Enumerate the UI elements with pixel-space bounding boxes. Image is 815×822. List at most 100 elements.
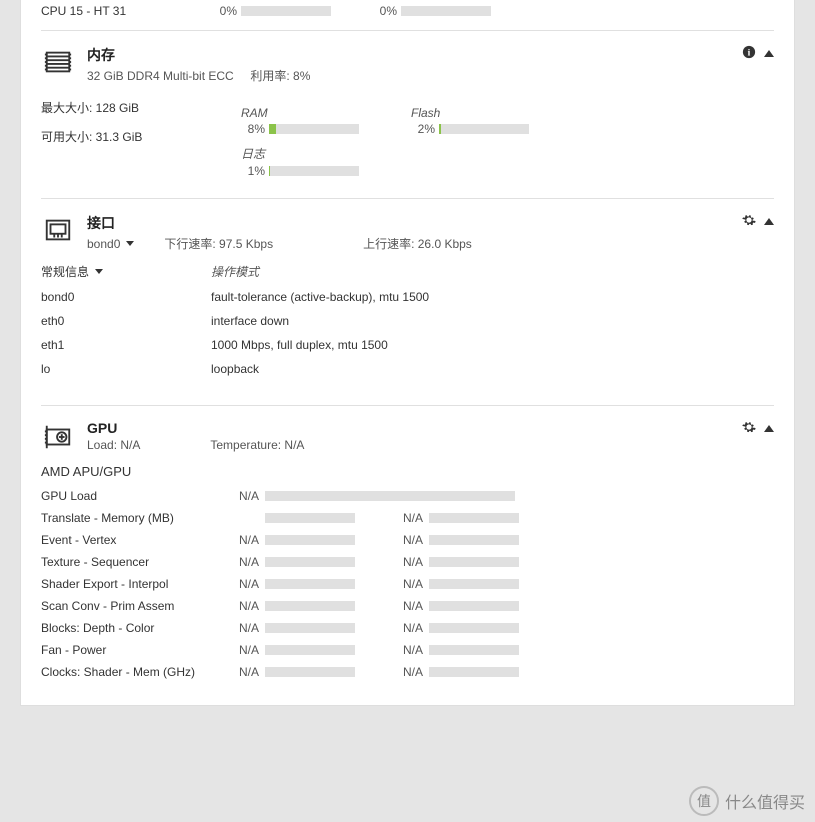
gpu-icon (41, 420, 75, 454)
iface-row: eth0interface down (41, 309, 774, 333)
gear-icon[interactable] (742, 213, 756, 230)
watermark-text: 什么值得买 (725, 789, 805, 813)
gpu-row: GPU LoadN/A (41, 485, 774, 507)
ram-pct: 8% (241, 122, 269, 136)
iface-name: eth1 (41, 338, 211, 352)
iface-mode-header: 操作模式 (211, 263, 259, 280)
flash-bar (439, 124, 529, 134)
iface-mode: interface down (211, 314, 289, 328)
ram-bar (269, 124, 359, 134)
gpu-metric-value: N/A (231, 577, 265, 591)
iface-general-dropdown[interactable]: 常规信息 (41, 263, 211, 280)
gpu-metric-value: N/A (395, 533, 429, 547)
iface-up-rate: 上行速率: 26.0 Kbps (363, 235, 472, 252)
gpu-load: Load: N/A (87, 438, 140, 452)
iface-row: bond0fault-tolerance (active-backup), mt… (41, 285, 774, 309)
cpu-core-label: CPU 15 - HT 31 (41, 4, 211, 18)
cpu-pct-left: 0% (211, 4, 241, 18)
log-pct: 1% (241, 164, 269, 178)
memory-icon (41, 45, 75, 79)
iface-name: eth0 (41, 314, 211, 328)
chevron-down-icon (126, 241, 134, 246)
memory-title: 内存 (87, 45, 310, 65)
cpu-row: CPU 15 - HT 31 0% 0% (41, 0, 774, 30)
cpu-bar-right (401, 6, 491, 16)
gpu-metric-bar (265, 579, 355, 589)
collapse-icon[interactable] (764, 218, 774, 225)
gpu-metric-value: N/A (395, 555, 429, 569)
gpu-metric-bar (429, 535, 519, 545)
memory-section: 内存 32 GiB DDR4 Multi-bit ECC 利用率: 8% i (41, 30, 774, 198)
gpu-metric-label: Translate - Memory (MB) (41, 511, 231, 525)
gpu-metric-value: N/A (231, 555, 265, 569)
flash-pct: 2% (411, 122, 439, 136)
gpu-metric-bar (429, 667, 519, 677)
gpu-metric-label: Shader Export - Interpol (41, 577, 231, 591)
gpu-metric-bar (265, 535, 355, 545)
cpu-bar-left (241, 6, 331, 16)
gpu-row: Blocks: Depth - ColorN/AN/A (41, 617, 774, 639)
gpu-metric-label: Scan Conv - Prim Assem (41, 599, 231, 613)
svg-text:i: i (748, 48, 751, 59)
gpu-metric-value: N/A (395, 621, 429, 635)
gpu-metric-bar (265, 513, 355, 523)
gpu-metric-bar (429, 579, 519, 589)
iface-mode: 1000 Mbps, full duplex, mtu 1500 (211, 338, 388, 352)
gpu-metric-value: N/A (231, 533, 265, 547)
gpu-metric-value: N/A (395, 665, 429, 679)
gpu-metric-bar (265, 557, 355, 567)
gpu-metric-value: N/A (395, 643, 429, 657)
iface-row: eth11000 Mbps, full duplex, mtu 1500 (41, 333, 774, 357)
gpu-metric-value: N/A (231, 621, 265, 635)
gpu-row: Texture - SequencerN/AN/A (41, 551, 774, 573)
iface-name: lo (41, 362, 211, 376)
iface-select[interactable]: bond0 (87, 237, 134, 251)
memory-util: 利用率: 8% (250, 69, 310, 83)
iface-mode: loopback (211, 362, 259, 376)
watermark: 值 什么值得买 (689, 786, 805, 816)
interface-section: 接口 bond0 下行速率: 97.5 Kbps 上行速率: 26.0 Kbps (41, 198, 774, 405)
gpu-row: Fan - PowerN/AN/A (41, 639, 774, 661)
log-label: 日志 (241, 145, 411, 162)
memory-max: 最大大小: 128 GiB (41, 94, 241, 123)
gpu-section: GPU Load: N/A Temperature: N/A AMD APU/G… (41, 405, 774, 705)
gpu-title: GPU (87, 420, 304, 436)
gpu-metric-bar (265, 601, 355, 611)
iface-name: bond0 (41, 290, 211, 304)
gpu-metric-value: N/A (231, 665, 265, 679)
gpu-metric-bar (265, 645, 355, 655)
gpu-metric-label: Clocks: Shader - Mem (GHz) (41, 665, 231, 679)
ram-label: RAM (241, 106, 411, 120)
info-icon[interactable]: i (742, 45, 756, 62)
gpu-metric-value: N/A (231, 643, 265, 657)
gpu-device: AMD APU/GPU (41, 464, 774, 485)
gpu-metric-label: Fan - Power (41, 643, 231, 657)
gpu-row: Translate - Memory (MB) N/A (41, 507, 774, 529)
gpu-metric-bar (265, 491, 515, 501)
gpu-metric-label: GPU Load (41, 489, 231, 503)
memory-spec: 32 GiB DDR4 Multi-bit ECC (87, 69, 234, 83)
gpu-metric-bar (429, 557, 519, 567)
collapse-icon[interactable] (764, 425, 774, 432)
iface-mode: fault-tolerance (active-backup), mtu 150… (211, 290, 429, 304)
gpu-row: Clocks: Shader - Mem (GHz)N/AN/A (41, 661, 774, 683)
watermark-icon: 值 (689, 786, 719, 816)
log-bar (269, 166, 359, 176)
gpu-metric-value: N/A (395, 599, 429, 613)
gpu-row: Event - VertexN/AN/A (41, 529, 774, 551)
gpu-row: Scan Conv - Prim AssemN/AN/A (41, 595, 774, 617)
gpu-metric-label: Event - Vertex (41, 533, 231, 547)
gpu-temp: Temperature: N/A (210, 438, 304, 452)
collapse-icon[interactable] (764, 50, 774, 57)
gear-icon[interactable] (742, 420, 756, 437)
memory-avail: 可用大小: 31.3 GiB (41, 123, 241, 152)
ethernet-icon (41, 213, 75, 247)
iface-down-rate: 下行速率: 97.5 Kbps (164, 235, 273, 252)
iface-title: 接口 (87, 213, 472, 233)
gpu-metric-label: Texture - Sequencer (41, 555, 231, 569)
gpu-row: Shader Export - InterpolN/AN/A (41, 573, 774, 595)
chevron-down-icon (95, 269, 103, 274)
gpu-metric-value: N/A (395, 511, 429, 525)
gpu-metric-value: N/A (231, 489, 265, 503)
gpu-metric-bar (265, 667, 355, 677)
